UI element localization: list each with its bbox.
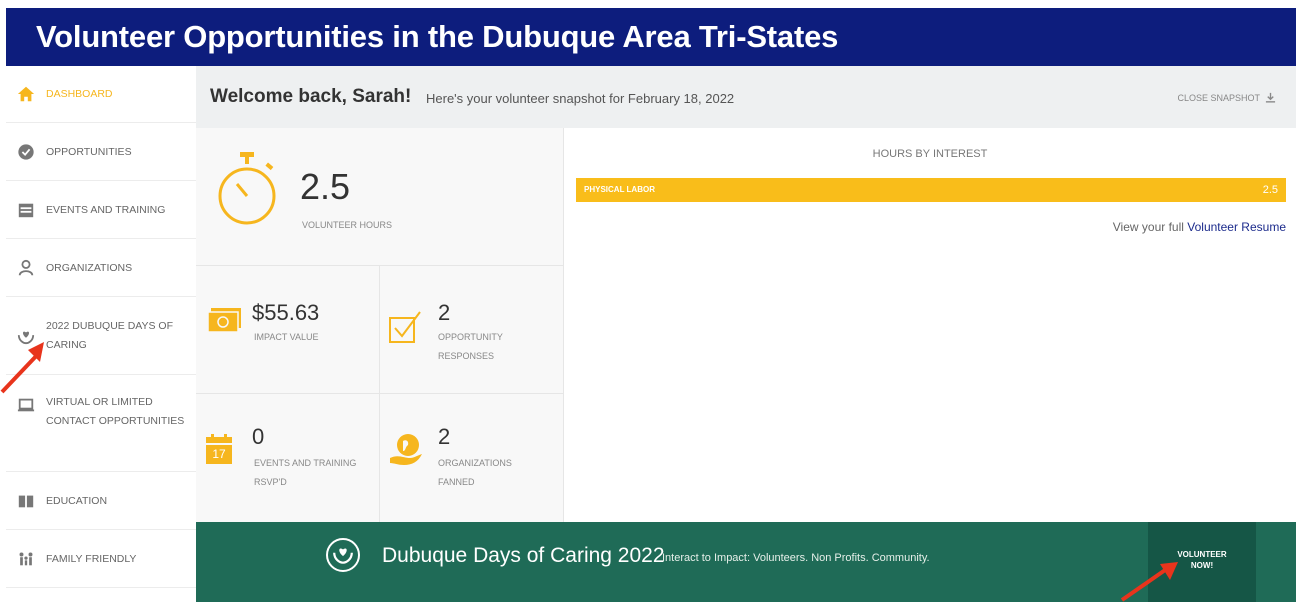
calendar-day: 17 [212, 447, 226, 461]
organizations-fanned-stat: 2 ORGANIZATIONS FANNED [380, 394, 564, 522]
home-icon [16, 84, 36, 104]
annotation-arrow-right [1120, 562, 1178, 602]
header-banner: Volunteer Opportunities in the Dubuque A… [6, 8, 1296, 66]
sidebar-item-opportunities[interactable]: OPPORTUNITIES [6, 123, 196, 181]
sidebar-item-dashboard[interactable]: DASHBOARD [6, 66, 196, 123]
calendar-icon [16, 200, 36, 220]
laptop-icon [16, 395, 36, 415]
resume-line: View your full Volunteer Resume [1113, 220, 1286, 234]
bar-category-label: PHYSICAL LABOR [584, 185, 655, 194]
events-rsvp-stat: 17 0 EVENTS AND TRAINING RSVP'D [196, 394, 380, 522]
money-icon [207, 306, 242, 341]
sidebar-item-family[interactable]: FAMILY FRIENDLY [6, 530, 196, 588]
stopwatch-icon [214, 148, 280, 237]
welcome-greeting: Welcome back, Sarah! [210, 86, 412, 107]
annotation-arrow-left [0, 342, 44, 394]
impact-value-stat: $55.63 IMPACT VALUE [196, 266, 380, 394]
hands-heart-icon [326, 538, 360, 572]
bar-track: PHYSICAL LABOR 2.5 [576, 178, 1286, 202]
sidebar-item-label: 2022 DUBUQUE DAYS OF CARING [46, 320, 174, 351]
collapse-icon [1265, 92, 1276, 103]
chart-title: HOURS BY INTEREST [872, 148, 988, 160]
site-title: Volunteer Opportunities in the Dubuque A… [36, 19, 839, 54]
sidebar-item-label: EVENTS AND TRAINING [46, 204, 166, 216]
family-icon [16, 549, 36, 569]
sidebar-item-organizations[interactable]: ORGANIZATIONS [6, 239, 196, 297]
resume-prefix: View your full [1112, 220, 1184, 234]
volunteer-hours-value: 2.5 [300, 166, 351, 207]
sidebar-item-label: VIRTUAL OR LIMITED CONTACT OPPORTUNITIES [46, 396, 185, 427]
people-icon [16, 258, 36, 278]
main-content: Welcome back, Sarah! Here's your volunte… [196, 66, 1296, 602]
volunteer-hours-stat: 2.5 VOLUNTEER HOURS [196, 128, 564, 266]
organizations-fanned-label: ORGANIZATIONS FANNED [438, 458, 512, 487]
organizations-fanned-value: 2 [438, 424, 451, 449]
impact-value-label: IMPACT VALUE [254, 332, 319, 342]
check-circle-icon [16, 142, 36, 162]
sidebar-item-label: ORGANIZATIONS [46, 262, 133, 274]
bar-value-label: 2.5 [1262, 184, 1278, 196]
globe-hand-icon [388, 432, 424, 473]
calendar-icon: 17 [206, 434, 232, 464]
welcome-subtitle: Here's your volunteer snapshot for Febru… [426, 91, 735, 106]
events-rsvp-value: 0 [252, 424, 265, 449]
sidebar-item-education[interactable]: EDUCATION [6, 472, 196, 530]
stats-panel: 2.5 VOLUNTEER HOURS $55.63 IMPACT VALUE … [196, 128, 564, 522]
hours-chart-panel: HOURS BY INTEREST PHYSICAL LABOR 2.5 View… [564, 128, 1296, 522]
impact-value-amount: $55.63 [252, 300, 320, 325]
opportunity-responses-label: OPPORTUNITY RESPONSES [438, 332, 503, 361]
promo-title: Dubuque Days of Caring 2022 [382, 544, 665, 567]
sidebar-item-events[interactable]: EVENTS AND TRAINING [6, 181, 196, 239]
sidebar-item-label: EDUCATION [46, 495, 108, 507]
close-snapshot-button[interactable]: CLOSE SNAPSHOT [1177, 92, 1276, 103]
volunteer-resume-link[interactable]: Volunteer Resume [1187, 220, 1286, 234]
sidebar-item-label: FAMILY FRIENDLY [46, 553, 137, 565]
close-snapshot-label: CLOSE SNAPSHOT [1177, 92, 1260, 103]
bar-physical-labor: PHYSICAL LABOR 2.5 [576, 178, 1286, 202]
sidebar-item-label: DASHBOARD [46, 88, 113, 100]
sidebar-item-label: OPPORTUNITIES [46, 146, 132, 158]
book-icon [16, 491, 36, 511]
welcome-bar: Welcome back, Sarah! Here's your volunte… [196, 66, 1296, 128]
promo-subtitle: Interact to Impact: Volunteers. Non Prof… [662, 552, 930, 564]
volunteer-hours-label: VOLUNTEER HOURS [302, 220, 393, 230]
checkbox-icon [388, 310, 422, 349]
opportunity-responses-stat: 2 OPPORTUNITY RESPONSES [380, 266, 564, 394]
opportunity-responses-value: 2 [438, 300, 451, 325]
events-rsvp-label: EVENTS AND TRAINING RSVP'D [254, 458, 357, 487]
